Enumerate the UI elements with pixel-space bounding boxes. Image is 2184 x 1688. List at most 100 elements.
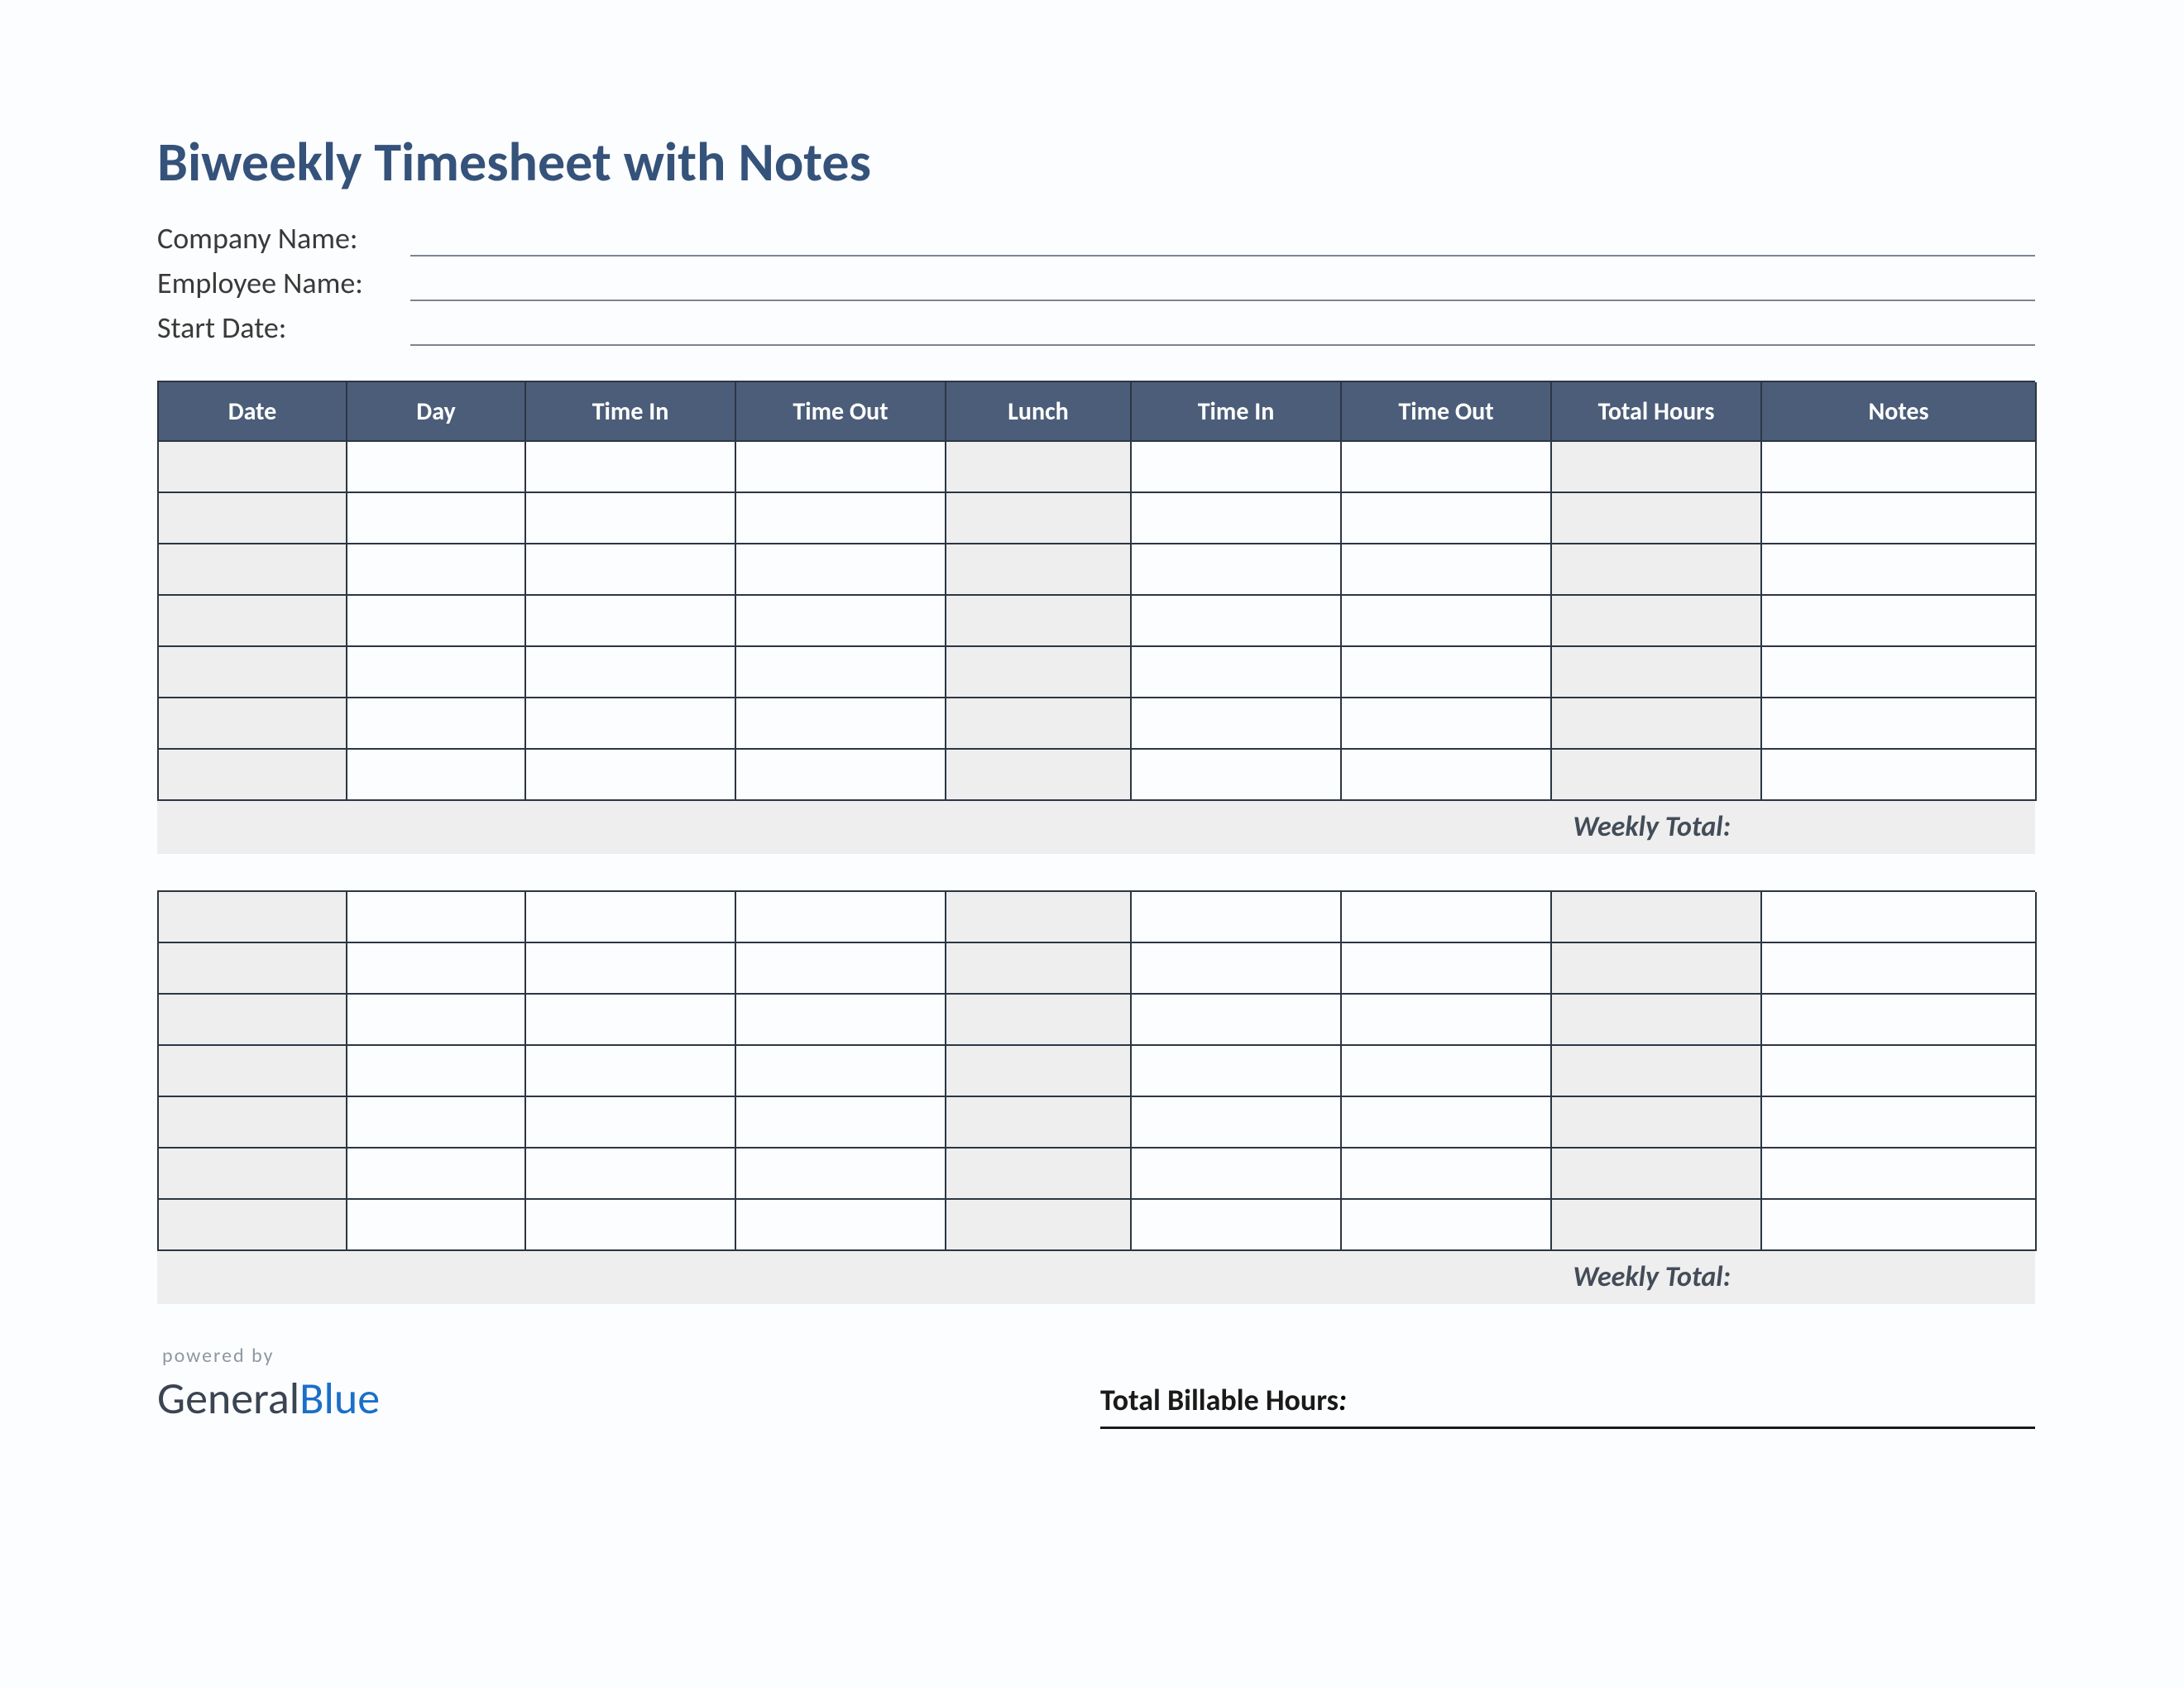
cell[interactable]: [1342, 892, 1552, 943]
cell[interactable]: [1552, 647, 1762, 698]
cell[interactable]: [1552, 1097, 1762, 1149]
cell[interactable]: [1762, 1097, 2037, 1149]
cell[interactable]: [526, 995, 736, 1046]
cell[interactable]: [347, 1046, 526, 1097]
cell[interactable]: [159, 442, 347, 493]
cell[interactable]: [159, 892, 347, 943]
cell[interactable]: [526, 750, 736, 801]
cell[interactable]: [526, 596, 736, 647]
cell[interactable]: [526, 1149, 736, 1200]
cell[interactable]: [1342, 1149, 1552, 1200]
cell[interactable]: [1132, 698, 1342, 750]
cell[interactable]: [526, 698, 736, 750]
cell[interactable]: [1132, 995, 1342, 1046]
cell[interactable]: [946, 1149, 1132, 1200]
cell[interactable]: [1552, 596, 1762, 647]
cell[interactable]: [1762, 647, 2037, 698]
cell[interactable]: [159, 647, 347, 698]
cell[interactable]: [1762, 1200, 2037, 1251]
cell[interactable]: [736, 995, 946, 1046]
cell[interactable]: [1132, 750, 1342, 801]
cell[interactable]: [347, 596, 526, 647]
cell[interactable]: [736, 1200, 946, 1251]
cell[interactable]: [347, 750, 526, 801]
employee-input-line[interactable]: [410, 275, 2035, 301]
cell[interactable]: [1342, 995, 1552, 1046]
cell[interactable]: [526, 544, 736, 596]
cell[interactable]: [347, 698, 526, 750]
cell[interactable]: [1342, 442, 1552, 493]
cell[interactable]: [1132, 1097, 1342, 1149]
cell[interactable]: [736, 544, 946, 596]
cell[interactable]: [1552, 892, 1762, 943]
cell[interactable]: [159, 995, 347, 1046]
cell[interactable]: [1762, 1046, 2037, 1097]
cell[interactable]: [159, 1149, 347, 1200]
cell[interactable]: [1132, 493, 1342, 544]
cell[interactable]: [526, 1046, 736, 1097]
cell[interactable]: [1762, 698, 2037, 750]
cell[interactable]: [1132, 943, 1342, 995]
cell[interactable]: [946, 1046, 1132, 1097]
cell[interactable]: [946, 1200, 1132, 1251]
cell[interactable]: [347, 943, 526, 995]
startdate-input-line[interactable]: [410, 319, 2035, 346]
cell[interactable]: [736, 892, 946, 943]
cell[interactable]: [1342, 750, 1552, 801]
cell[interactable]: [1552, 1046, 1762, 1097]
cell[interactable]: [1762, 943, 2037, 995]
cell[interactable]: [1552, 995, 1762, 1046]
cell[interactable]: [946, 1097, 1132, 1149]
cell[interactable]: [1342, 943, 1552, 995]
cell[interactable]: [1132, 1149, 1342, 1200]
cell[interactable]: [736, 698, 946, 750]
cell[interactable]: [1552, 750, 1762, 801]
cell[interactable]: [1132, 442, 1342, 493]
cell[interactable]: [736, 442, 946, 493]
cell[interactable]: [946, 442, 1132, 493]
cell[interactable]: [736, 493, 946, 544]
cell[interactable]: [1132, 544, 1342, 596]
company-input-line[interactable]: [410, 230, 2035, 257]
cell[interactable]: [347, 995, 526, 1046]
cell[interactable]: [946, 698, 1132, 750]
cell[interactable]: [1132, 647, 1342, 698]
cell[interactable]: [1762, 750, 2037, 801]
cell[interactable]: [526, 892, 736, 943]
cell[interactable]: [736, 1046, 946, 1097]
cell[interactable]: [946, 995, 1132, 1046]
cell[interactable]: [946, 943, 1132, 995]
cell[interactable]: [347, 892, 526, 943]
cell[interactable]: [946, 892, 1132, 943]
cell[interactable]: [526, 493, 736, 544]
cell[interactable]: [946, 750, 1132, 801]
cell[interactable]: [1762, 544, 2037, 596]
cell[interactable]: [159, 750, 347, 801]
cell[interactable]: [159, 1200, 347, 1251]
cell[interactable]: [347, 493, 526, 544]
cell[interactable]: [1762, 1149, 2037, 1200]
cell[interactable]: [526, 1097, 736, 1149]
cell[interactable]: [347, 442, 526, 493]
cell[interactable]: [1342, 596, 1552, 647]
cell[interactable]: [946, 544, 1132, 596]
cell[interactable]: [159, 1046, 347, 1097]
cell[interactable]: [1132, 596, 1342, 647]
cell[interactable]: [347, 647, 526, 698]
cell[interactable]: [736, 1097, 946, 1149]
cell[interactable]: [526, 943, 736, 995]
cell[interactable]: [159, 596, 347, 647]
cell[interactable]: [1552, 544, 1762, 596]
cell[interactable]: [159, 493, 347, 544]
cell[interactable]: [1552, 1149, 1762, 1200]
cell[interactable]: [1762, 596, 2037, 647]
cell[interactable]: [1762, 892, 2037, 943]
cell[interactable]: [736, 750, 946, 801]
cell[interactable]: [159, 943, 347, 995]
cell[interactable]: [347, 544, 526, 596]
cell[interactable]: [1552, 1200, 1762, 1251]
cell[interactable]: [1342, 544, 1552, 596]
cell[interactable]: [526, 442, 736, 493]
cell[interactable]: [1342, 698, 1552, 750]
cell[interactable]: [1552, 442, 1762, 493]
